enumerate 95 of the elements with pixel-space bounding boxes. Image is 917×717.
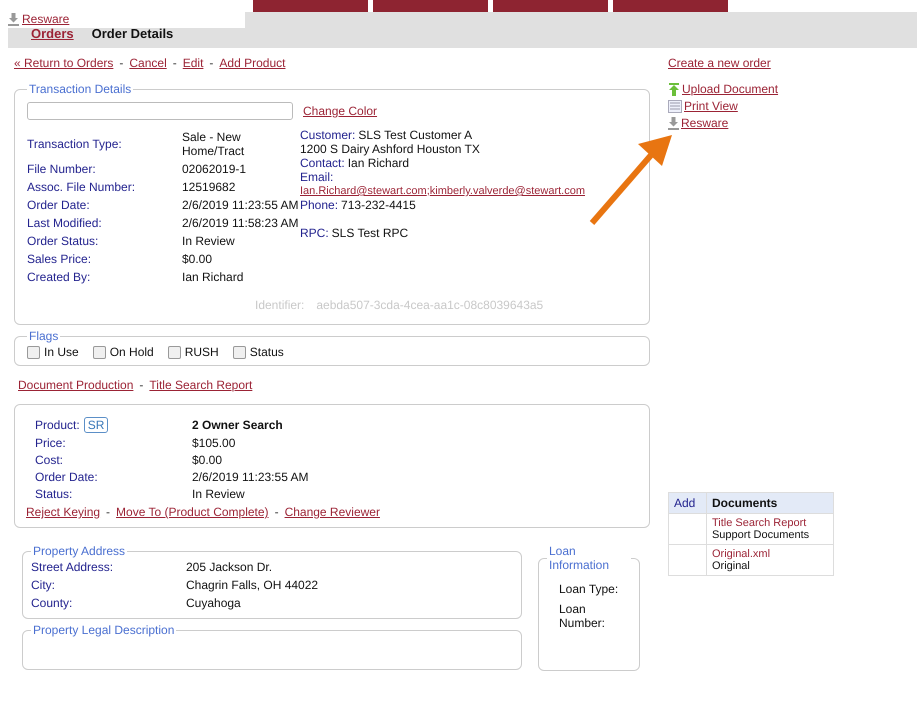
email-link[interactable]: Ian.Richard@stewart.com [300,184,427,198]
panel-title: Property Address [32,544,126,558]
create-order-link[interactable]: Create a new order [668,56,834,70]
field-value: Chagrin Falls, OH 44022 [186,578,320,592]
product-action-link[interactable]: Reject Keying [26,505,100,519]
document-link[interactable]: Title Search Report [712,517,828,529]
field-value: 2 Owner Search [192,418,284,432]
field-value: 205 Jackson Dr. [186,560,274,574]
link-separator: - [119,56,124,70]
panel-title: Flags [28,329,60,343]
column-header: Documents [706,492,834,514]
field-value: 713-232-4415 [341,198,416,212]
field-label: Order Status: [27,234,100,248]
field-label: Loan Type: [559,582,619,596]
field-label: Created By: [27,270,92,284]
download-icon [8,12,19,26]
field-label: Order Date: [35,470,99,484]
document-link[interactable]: Title Search Report [149,378,252,392]
sidebar-link[interactable]: Print View [684,99,738,113]
flag-checkbox[interactable]: In Use [27,345,79,359]
panel-title: Loan Information [548,544,610,572]
panel-title: Transaction Details [28,82,132,96]
field-label: Contact: [300,156,345,170]
field-value: 12519682 [182,180,236,194]
document-link[interactable]: Document Production [18,378,134,392]
field-value: SLS Test RPC [332,226,408,240]
orders-link[interactable]: Orders [31,26,74,41]
flag-checkbox[interactable]: Status [232,345,284,359]
link-separator: - [172,56,177,70]
action-link[interactable]: Add Product [219,56,286,70]
change-color-link[interactable]: Change Color [303,104,378,118]
action-link[interactable]: Edit [182,56,204,70]
address-text: 1200 S Dairy Ashford Houston TX [300,142,480,156]
field-value: In Review [182,234,236,248]
field-value: $105.00 [192,436,236,450]
menu-link[interactable]: Resware [22,12,70,26]
field-value: Ian Richard [182,270,244,284]
page-title: Order Details [92,26,174,41]
document-type: Original [712,560,750,572]
email-separator: ; [426,184,430,198]
field-label: Assoc. File Number: [27,180,136,194]
download-icon [668,116,679,130]
link-separator: - [274,505,279,519]
field-label: Phone: [300,198,338,212]
document-type: Support Documents [712,529,810,541]
field-label: Last Modified: [27,216,103,230]
field-label: Email: [300,170,334,184]
field-value: 2/6/2019 11:58:23 AM [182,216,300,230]
field-label: County: [31,596,74,610]
sidebar-link[interactable]: Upload Document [682,82,778,96]
upload-icon [668,82,680,96]
field-label: Transaction Type: [27,137,123,151]
panel-title: Property Legal Description [32,623,176,637]
field-label: Price: [35,436,67,450]
document-link[interactable]: Original.xml [712,548,828,560]
link-separator: - [209,56,214,70]
field-value: In Review [192,487,246,501]
field-label: City: [31,578,56,592]
field-value: Cuyahoga [186,596,242,610]
flag-checkbox[interactable]: RUSH [168,345,219,359]
field-label: RPC: [300,226,329,240]
document-icon [668,100,682,112]
action-link[interactable]: « Return to Orders [14,56,114,70]
field-label: Order Date: [27,198,91,212]
product-badge: SR [84,417,108,433]
nav-tab[interactable] [613,0,728,12]
field-label: Sales Price: [27,252,92,266]
field-label: Product: [35,418,80,432]
field-label: Cost: [35,453,64,467]
nav-tab[interactable] [253,0,368,12]
field-value: Sale - New Home/Tract [182,130,246,158]
field-value: $0.00 [192,453,224,467]
field-value: Ian Richard [348,156,410,170]
email-link[interactable]: kimberly.valverde@stewart.com [430,184,586,198]
field-value: $0.00 [182,252,214,266]
nav-tab[interactable] [493,0,608,12]
product-action-link[interactable]: Move To (Product Complete) [116,505,269,519]
color-field[interactable] [27,102,293,120]
action-link[interactable]: Cancel [129,56,167,70]
flag-checkbox[interactable]: On Hold [92,345,154,359]
field-label: Street Address: [31,560,114,574]
link-separator: - [139,378,144,392]
field-value: SLS Test Customer A [358,128,472,142]
field-label: Customer: [300,128,356,142]
column-header: Add [668,492,706,514]
product-action-link[interactable]: Change Reviewer [284,505,380,519]
field-label: Loan Number: [559,602,606,630]
field-value: 2/6/2019 11:23:55 AM [182,198,300,212]
link-separator: - [106,505,110,519]
field-label: Status: [35,487,74,501]
field-value: 2/6/2019 11:23:55 AM [192,470,310,484]
field-value: 02062019-1 [182,162,248,176]
nav-tab[interactable] [373,0,488,12]
sidebar-link[interactable]: Resware [681,116,728,130]
field-label: File Number: [27,162,97,176]
